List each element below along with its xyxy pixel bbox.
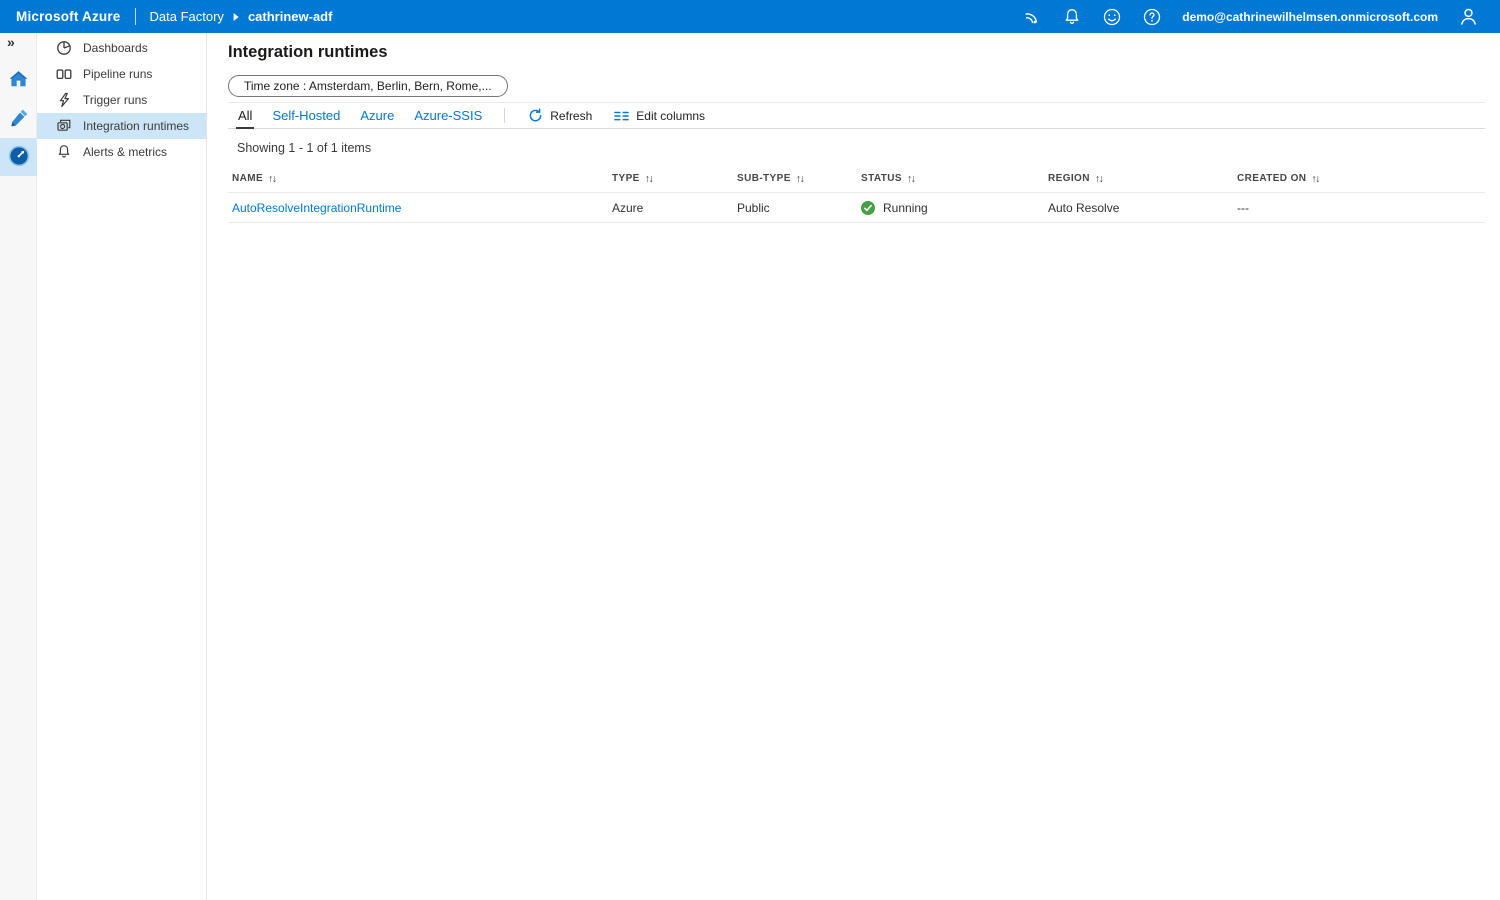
runtime-type-cell: Azure bbox=[612, 201, 737, 215]
sort-arrows-icon: ↑↓ bbox=[1311, 173, 1319, 185]
column-header-region[interactable]: REGION ↑↓ bbox=[1048, 173, 1237, 185]
monitor-sidebar: Dashboards Pipeline runs Trigger runs bbox=[37, 33, 207, 900]
main-content: Integration runtimes Time zone : Amsterd… bbox=[207, 33, 1500, 900]
status-label: Running bbox=[883, 201, 928, 215]
sidebar-item-label: Dashboards bbox=[83, 41, 148, 55]
column-label: SUB-TYPE bbox=[737, 173, 791, 184]
topbar-left: Microsoft Azure Data Factory cathrinew-a… bbox=[0, 0, 332, 33]
column-label: NAME bbox=[232, 173, 263, 184]
sort-arrows-icon: ↑↓ bbox=[268, 173, 276, 185]
sidebar-item-integration-runtimes[interactable]: Integration runtimes bbox=[37, 113, 206, 139]
account-email[interactable]: demo@cathrinewilhelmsen.onmicrosoft.com bbox=[1182, 10, 1438, 24]
left-rail: » bbox=[0, 33, 37, 900]
expand-rail-chevrons-icon[interactable]: » bbox=[7, 34, 15, 50]
breadcrumb-section[interactable]: Data Factory bbox=[150, 9, 224, 24]
column-label: REGION bbox=[1048, 173, 1090, 184]
app-body: » bbox=[0, 33, 1500, 900]
pipeline-icon bbox=[56, 66, 72, 82]
topbar-right: demo@cathrinewilhelmsen.onmicrosoft.com bbox=[1012, 0, 1500, 33]
rail-items bbox=[0, 62, 36, 176]
author-button[interactable] bbox=[0, 100, 37, 138]
sidebar-item-alerts-metrics[interactable]: Alerts & metrics bbox=[37, 139, 206, 165]
bell-icon bbox=[56, 144, 72, 160]
integration-runtime-icon bbox=[56, 118, 72, 134]
runtime-name-link[interactable]: AutoResolveIntegrationRuntime bbox=[232, 201, 401, 215]
column-label: CREATED ON bbox=[1237, 173, 1306, 184]
edit-columns-label: Edit columns bbox=[636, 109, 705, 123]
column-header-type[interactable]: TYPE ↑↓ bbox=[612, 173, 737, 185]
sidebar-item-label: Trigger runs bbox=[83, 93, 147, 107]
account-person-icon[interactable] bbox=[1448, 0, 1488, 33]
timezone-filter-pill[interactable]: Time zone : Amsterdam, Berlin, Bern, Rom… bbox=[228, 75, 508, 97]
runtime-created-cell: --- bbox=[1237, 201, 1485, 215]
refresh-button[interactable]: Refresh bbox=[517, 103, 603, 128]
integration-runtimes-table: NAME ↑↓ TYPE ↑↓ SUB-TYPE ↑↓ STATUS ↑↓ RE… bbox=[228, 165, 1485, 223]
notifications-bell-icon[interactable] bbox=[1052, 0, 1092, 33]
sort-arrows-icon: ↑↓ bbox=[1095, 173, 1103, 185]
sidebar-item-trigger-runs[interactable]: Trigger runs bbox=[37, 87, 206, 113]
column-label: TYPE bbox=[612, 173, 640, 184]
page-title: Integration runtimes bbox=[228, 43, 1500, 62]
feedback-smiley-icon[interactable] bbox=[1092, 0, 1132, 33]
runtime-name-cell: AutoResolveIntegrationRuntime bbox=[232, 201, 612, 215]
sort-arrows-icon: ↑↓ bbox=[907, 173, 915, 185]
column-label: STATUS bbox=[861, 173, 902, 184]
topbar-divider bbox=[135, 8, 136, 25]
runtime-subtype-cell: Public bbox=[737, 201, 861, 215]
refresh-label: Refresh bbox=[550, 109, 592, 123]
top-bar: Microsoft Azure Data Factory cathrinew-a… bbox=[0, 0, 1500, 33]
tab-all[interactable]: All bbox=[228, 103, 262, 128]
sort-arrows-icon: ↑↓ bbox=[796, 173, 804, 185]
sidebar-item-label: Pipeline runs bbox=[83, 67, 152, 81]
monitor-gauge-icon bbox=[8, 145, 30, 170]
sidebar-item-label: Integration runtimes bbox=[83, 119, 189, 133]
sort-arrows-icon: ↑↓ bbox=[645, 173, 653, 185]
edit-columns-icon bbox=[614, 110, 629, 122]
column-header-created-on[interactable]: CREATED ON ↑↓ bbox=[1237, 173, 1485, 185]
column-header-name[interactable]: NAME ↑↓ bbox=[232, 173, 612, 185]
runtime-region-cell: Auto Resolve bbox=[1048, 201, 1237, 215]
filter-tabs: All Self-Hosted Azure Azure-SSIS bbox=[228, 103, 492, 128]
table-header-row: NAME ↑↓ TYPE ↑↓ SUB-TYPE ↑↓ STATUS ↑↓ RE… bbox=[228, 165, 1485, 193]
tab-self-hosted[interactable]: Self-Hosted bbox=[262, 103, 350, 128]
breadcrumb-resource[interactable]: cathrinew-adf bbox=[248, 9, 333, 24]
home-icon bbox=[8, 69, 29, 93]
showing-count: Showing 1 - 1 of 1 items bbox=[237, 141, 1500, 155]
refresh-icon bbox=[528, 108, 543, 123]
breadcrumb-chevron-icon bbox=[232, 12, 240, 22]
edit-columns-button[interactable]: Edit columns bbox=[603, 103, 716, 128]
home-nav-button[interactable] bbox=[0, 62, 37, 100]
command-bar-divider bbox=[504, 108, 505, 123]
tab-azure[interactable]: Azure bbox=[350, 103, 404, 128]
running-status-check-icon bbox=[861, 201, 875, 215]
table-row: AutoResolveIntegrationRuntime Azure Publ… bbox=[228, 193, 1485, 223]
author-pencil-icon bbox=[9, 108, 29, 131]
azure-brand[interactable]: Microsoft Azure bbox=[16, 9, 121, 24]
sidebar-item-label: Alerts & metrics bbox=[83, 145, 167, 159]
command-bar: All Self-Hosted Azure Azure-SSIS Refresh bbox=[228, 102, 1485, 129]
column-header-status[interactable]: STATUS ↑↓ bbox=[861, 173, 1048, 185]
lightning-icon bbox=[56, 92, 72, 108]
sidebar-item-pipeline-runs[interactable]: Pipeline runs bbox=[37, 61, 206, 87]
runtime-status-cell: Running bbox=[861, 201, 1048, 215]
tab-azure-ssis[interactable]: Azure-SSIS bbox=[404, 103, 492, 128]
column-header-sub-type[interactable]: SUB-TYPE ↑↓ bbox=[737, 173, 861, 185]
help-icon[interactable] bbox=[1132, 0, 1172, 33]
signal-icon[interactable] bbox=[1012, 0, 1052, 33]
sidebar-item-dashboards[interactable]: Dashboards bbox=[37, 35, 206, 61]
monitor-button[interactable] bbox=[0, 138, 37, 176]
donut-chart-icon bbox=[56, 40, 72, 56]
